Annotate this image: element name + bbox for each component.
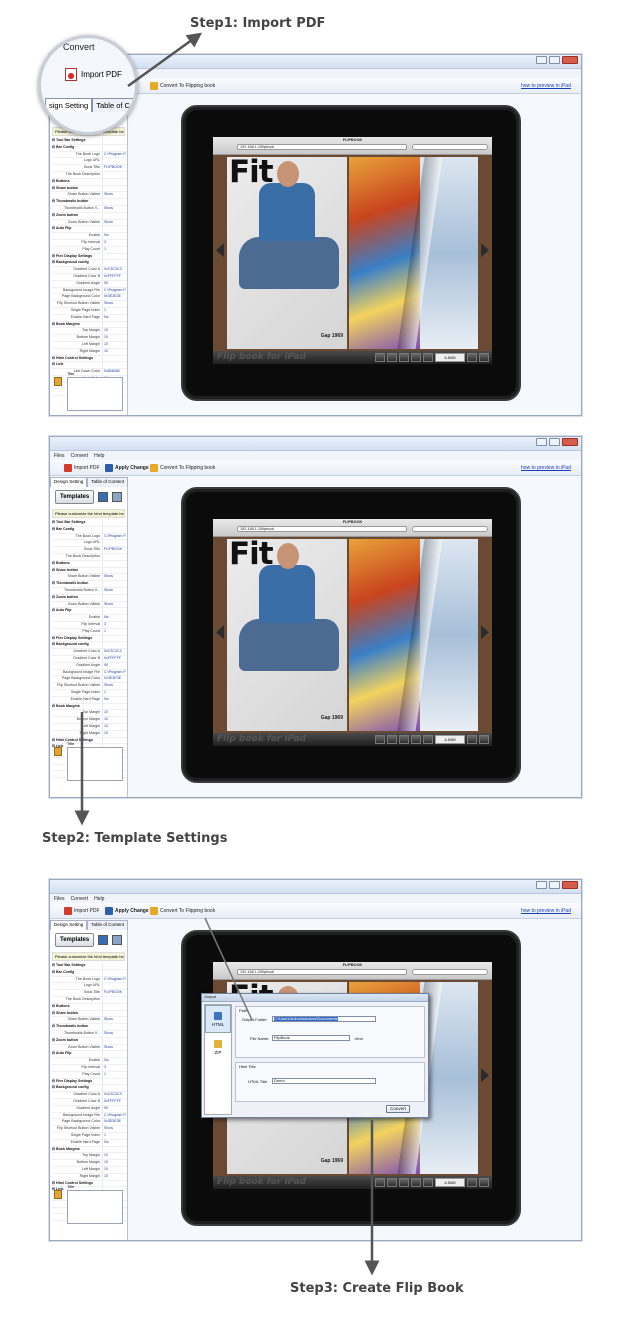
annotation-arrows <box>74 32 380 1276</box>
step1-arrow <box>127 32 203 88</box>
step3-pointer-line <box>204 917 253 1021</box>
